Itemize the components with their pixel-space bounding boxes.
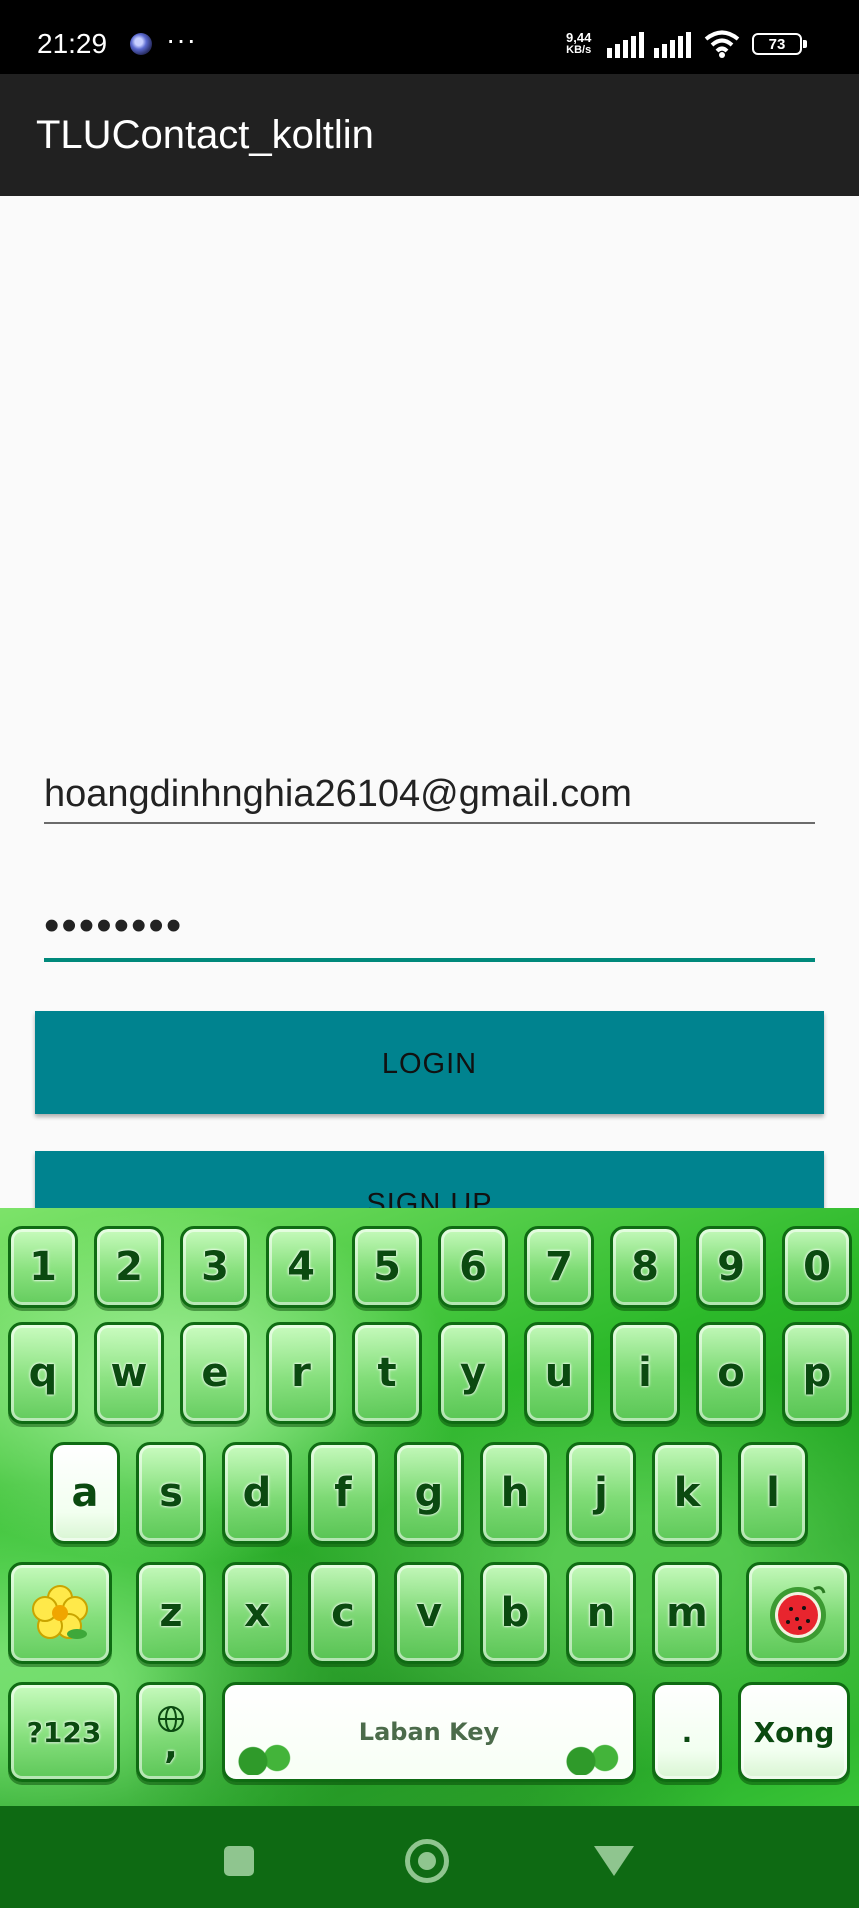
key-2[interactable]: 2 [94,1226,164,1308]
key-r[interactable]: r [266,1322,336,1424]
key-l[interactable]: l [738,1442,808,1544]
more-notifications-icon: ··· [166,24,197,55]
key-u[interactable]: u [524,1322,594,1424]
period-key[interactable]: . [652,1682,722,1782]
key-b[interactable]: b [480,1562,550,1664]
done-key[interactable]: Xong [738,1682,850,1782]
key-v[interactable]: v [394,1562,464,1664]
key-z[interactable]: z [136,1562,206,1664]
recents-icon[interactable] [224,1846,254,1876]
key-s[interactable]: s [136,1442,206,1544]
login-button[interactable]: LOGIN [35,1011,824,1114]
key-t[interactable]: t [352,1322,422,1424]
key-3[interactable]: 3 [180,1226,250,1308]
network-speed-unit: KB/s [566,44,592,56]
comma-key[interactable]: , [136,1682,206,1782]
network-speed-value: 9,44 [566,30,592,45]
password-field[interactable] [44,894,815,962]
key-o[interactable]: o [696,1322,766,1424]
app-bar: TLUContact_koltlin [0,74,859,196]
home-icon[interactable] [405,1839,449,1883]
key-9[interactable]: 9 [696,1226,766,1308]
back-icon[interactable] [594,1846,634,1876]
key-h[interactable]: h [480,1442,550,1544]
key-5[interactable]: 5 [352,1226,422,1308]
space-key[interactable]: Laban Key [222,1682,636,1782]
key-i[interactable]: i [610,1322,680,1424]
key-g[interactable]: g [394,1442,464,1544]
battery-level: 73 [768,36,786,53]
key-m[interactable]: m [652,1562,722,1664]
key-4[interactable]: 4 [266,1226,336,1308]
key-q[interactable]: q [8,1322,78,1424]
key-j[interactable]: j [566,1442,636,1544]
key-a[interactable]: a [50,1442,120,1544]
page-title: TLUContact_koltlin [36,113,374,157]
key-c[interactable]: c [308,1562,378,1664]
backspace-key[interactable] [746,1562,850,1664]
key-n[interactable]: n [566,1562,636,1664]
status-time: 21:29 [37,28,108,59]
key-w[interactable]: w [94,1322,164,1424]
shift-key[interactable] [8,1562,112,1664]
status-bar: 21:29 ··· 9,44 KB/s 73 [0,0,859,74]
watermelon-icon [770,1586,826,1643]
key-f[interactable]: f [308,1442,378,1544]
signal-icon [654,32,691,58]
network-speed: 9,44 KB/s [566,31,591,57]
battery-icon: 73 [752,33,807,55]
key-e[interactable]: e [180,1322,250,1424]
key-1[interactable]: 1 [8,1226,78,1308]
symbols-key[interactable]: ?123 [8,1682,120,1782]
keyboard: 1 2 3 4 5 6 7 8 9 0 q w e r t y u i o p … [0,1208,859,1806]
flower-icon [32,1585,88,1639]
navigation-bar [0,1806,859,1908]
notification-icon [130,33,152,55]
key-p[interactable]: p [782,1322,852,1424]
key-6[interactable]: 6 [438,1226,508,1308]
comma-label: , [164,1726,178,1767]
key-y[interactable]: y [438,1322,508,1424]
key-d[interactable]: d [222,1442,292,1544]
key-k[interactable]: k [652,1442,722,1544]
key-0[interactable]: 0 [782,1226,852,1308]
key-x[interactable]: x [222,1562,292,1664]
key-7[interactable]: 7 [524,1226,594,1308]
key-8[interactable]: 8 [610,1226,680,1308]
wifi-icon [704,30,740,58]
signal-icon [607,32,644,58]
email-field[interactable] [44,766,815,824]
